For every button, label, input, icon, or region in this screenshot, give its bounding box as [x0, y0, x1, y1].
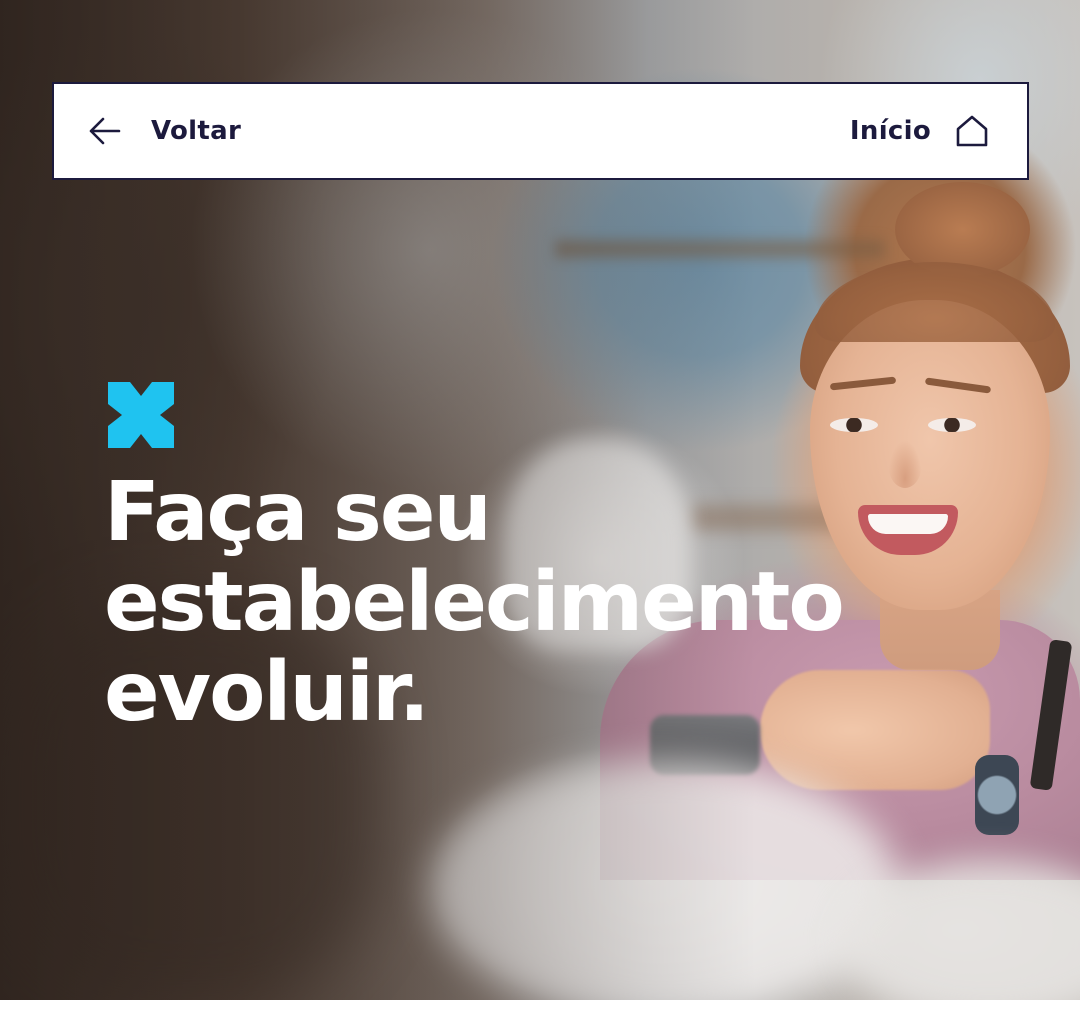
home-button-label: Início: [849, 116, 931, 146]
top-navigation-bar: Voltar Início: [52, 82, 1029, 180]
arrow-left-icon: [87, 116, 121, 146]
back-button-label: Voltar: [151, 116, 242, 146]
hero-headline: Faça seu estabelecimento evoluir.: [104, 468, 894, 738]
back-button[interactable]: Voltar: [87, 116, 241, 146]
hero-banner: Voltar Início Faça seu estabelecimento e…: [0, 0, 1080, 1000]
home-icon: [955, 115, 989, 147]
headline-line-1: Faça seu: [104, 465, 492, 560]
home-button[interactable]: Início: [850, 115, 989, 147]
headline-line-3: evoluir.: [104, 645, 430, 740]
cross-logo-icon: [108, 382, 174, 448]
headline-line-2: estabelecimento: [104, 555, 845, 650]
